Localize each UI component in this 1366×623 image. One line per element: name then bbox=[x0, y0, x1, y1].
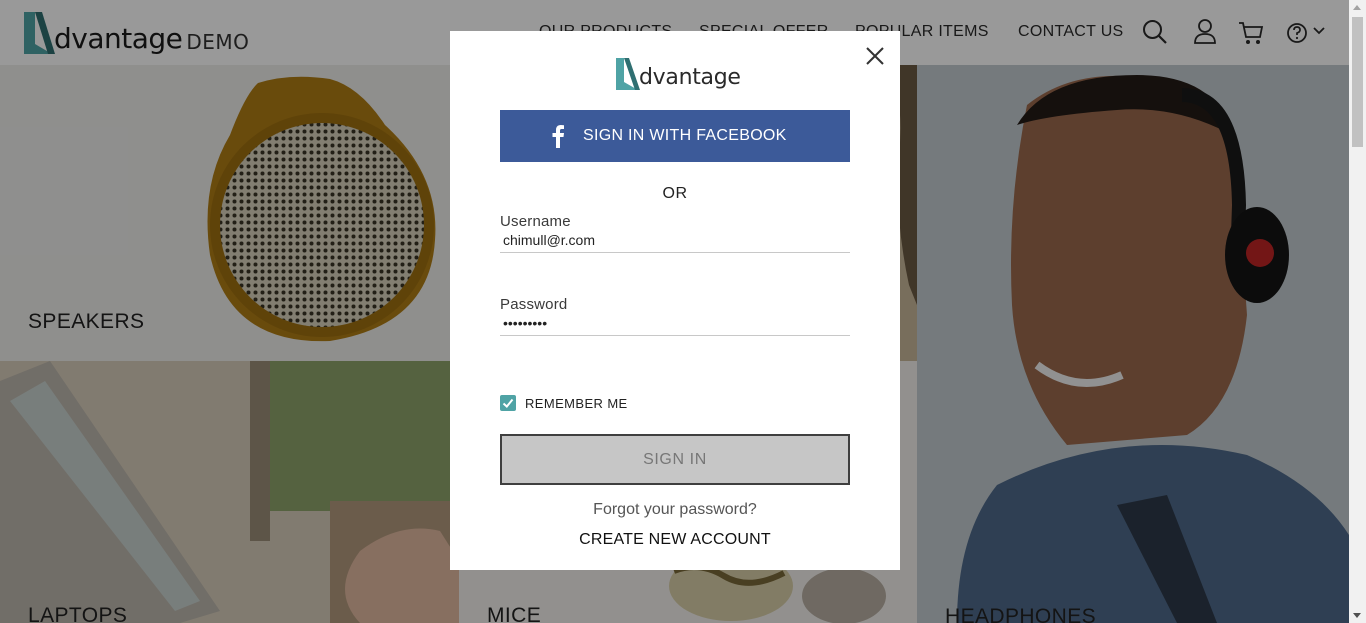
modal-logo: dvantage bbox=[615, 55, 741, 91]
login-modal: dvantage SIGN IN WITH FACEBOOK OR Userna… bbox=[450, 31, 900, 570]
scroll-down-arrow[interactable] bbox=[1353, 613, 1361, 618]
sign-in-button[interactable]: SIGN IN bbox=[500, 434, 850, 485]
scroll-thumb[interactable] bbox=[1352, 17, 1363, 147]
or-divider-text: OR bbox=[662, 185, 688, 202]
password-field: Password bbox=[500, 296, 850, 336]
page-scrollbar[interactable] bbox=[1349, 0, 1366, 623]
remember-me-checkbox[interactable] bbox=[500, 395, 516, 411]
create-account-link[interactable]: CREATE NEW ACCOUNT bbox=[450, 531, 900, 549]
remember-me-option[interactable]: REMEMBER ME bbox=[500, 395, 628, 411]
modal-logo-text: dvantage bbox=[639, 65, 741, 90]
facebook-signin-button[interactable]: SIGN IN WITH FACEBOOK bbox=[500, 110, 850, 162]
password-input[interactable] bbox=[500, 313, 850, 335]
remember-me-label: REMEMBER ME bbox=[525, 395, 628, 411]
checkmark-icon bbox=[502, 398, 514, 408]
username-field: Username bbox=[500, 213, 850, 253]
facebook-signin-label: SIGN IN WITH FACEBOOK bbox=[583, 127, 787, 144]
password-label: Password bbox=[500, 296, 568, 313]
username-label: Username bbox=[500, 213, 571, 230]
forgot-password-link[interactable]: Forgot your password? bbox=[450, 501, 900, 519]
close-icon[interactable] bbox=[864, 45, 886, 67]
logo-a-icon bbox=[616, 58, 640, 90]
scroll-up-arrow[interactable] bbox=[1353, 5, 1361, 10]
username-input[interactable] bbox=[500, 230, 850, 252]
facebook-icon bbox=[552, 125, 564, 148]
